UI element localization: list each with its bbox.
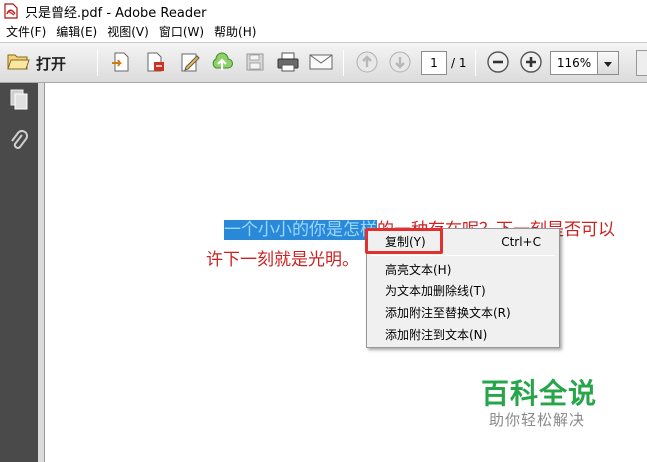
zoom-out-icon [487, 50, 509, 76]
attachments-button[interactable] [7, 129, 31, 157]
context-menu-highlight[interactable]: 高亮文本(H) [367, 259, 559, 281]
context-menu-add-note[interactable]: 添加附注到文本(N) [367, 324, 559, 346]
document-text-line-2[interactable]: 许下一刻就是光明。 [206, 245, 359, 270]
watermark-subtitle: 助你轻松解决 [489, 411, 586, 429]
toolbar-separator [343, 50, 344, 76]
zoom-in-icon [520, 50, 542, 76]
zoom-out-button[interactable] [485, 50, 511, 76]
zoom-level-input[interactable]: 116% [550, 51, 598, 75]
export-pdf-button[interactable] [142, 50, 168, 76]
create-pdf-button[interactable] [108, 50, 134, 76]
menu-separator [371, 255, 555, 256]
folder-icon [6, 51, 30, 76]
menu-file[interactable]: 文件(F) [2, 22, 52, 42]
zoom-in-button[interactable] [518, 50, 544, 76]
prev-page-button[interactable] [354, 50, 380, 76]
email-icon [309, 53, 333, 74]
email-button[interactable] [308, 50, 334, 76]
save-button[interactable] [242, 50, 268, 76]
context-menu-strikethrough[interactable]: 为文本加删除线(T) [367, 280, 559, 302]
prev-page-icon [356, 51, 378, 76]
create-pdf-icon [110, 51, 132, 76]
page-number-input[interactable]: 1 [421, 51, 447, 75]
menu-help[interactable]: 帮助(H) [210, 22, 262, 42]
menu-window[interactable]: 窗口(W) [155, 22, 210, 42]
pages-icon [8, 88, 30, 115]
next-page-icon [389, 51, 411, 76]
toolbar-overflow-button[interactable] [636, 50, 647, 76]
next-page-button[interactable] [387, 50, 413, 76]
print-icon [276, 51, 300, 76]
menu-bar: 文件(F) 编辑(E) 视图(V) 窗口(W) 帮助(H) [0, 22, 647, 42]
upload-cloud-icon [210, 51, 234, 76]
navigation-pane [0, 83, 38, 462]
save-icon [245, 52, 265, 75]
adobe-reader-window: 只是曾经.pdf - Adobe Reader 文件(F) 编辑(E) 视图(V… [0, 0, 647, 462]
toolbar-separator [97, 50, 98, 76]
page-total: / 1 [451, 56, 467, 70]
watermark-title: 百科全说 [481, 377, 598, 410]
page-thumbnails-button[interactable] [7, 89, 31, 113]
context-menu-replace-note[interactable]: 添加附注至替换文本(R) [367, 302, 559, 324]
export-pdf-icon [144, 51, 166, 76]
upload-cloud-button[interactable] [209, 50, 235, 76]
edit-icon [179, 51, 201, 76]
menu-view[interactable]: 视图(V) [103, 22, 155, 42]
print-button[interactable] [275, 50, 301, 76]
title-bar: 只是曾经.pdf - Adobe Reader [0, 0, 647, 22]
menu-edit[interactable]: 编辑(E) [52, 22, 103, 42]
open-label: 打开 [36, 54, 67, 73]
window-title: 只是曾经.pdf - Adobe Reader [25, 5, 207, 21]
shortcut-label: Ctrl+C [501, 235, 541, 249]
selected-text[interactable]: 一个小小的你是怎样 [224, 220, 377, 240]
annotation-highlight-box [365, 228, 443, 254]
pdf-file-icon [3, 3, 19, 19]
toolbar-separator [475, 50, 476, 76]
zoom-dropdown-button[interactable] [598, 51, 619, 75]
edit-button[interactable] [177, 50, 203, 76]
toolbar: 打开 1 / 1 116% [0, 42, 647, 83]
chevron-down-icon [604, 56, 612, 70]
open-button[interactable]: 打开 [6, 50, 66, 76]
paperclip-icon [8, 129, 30, 157]
